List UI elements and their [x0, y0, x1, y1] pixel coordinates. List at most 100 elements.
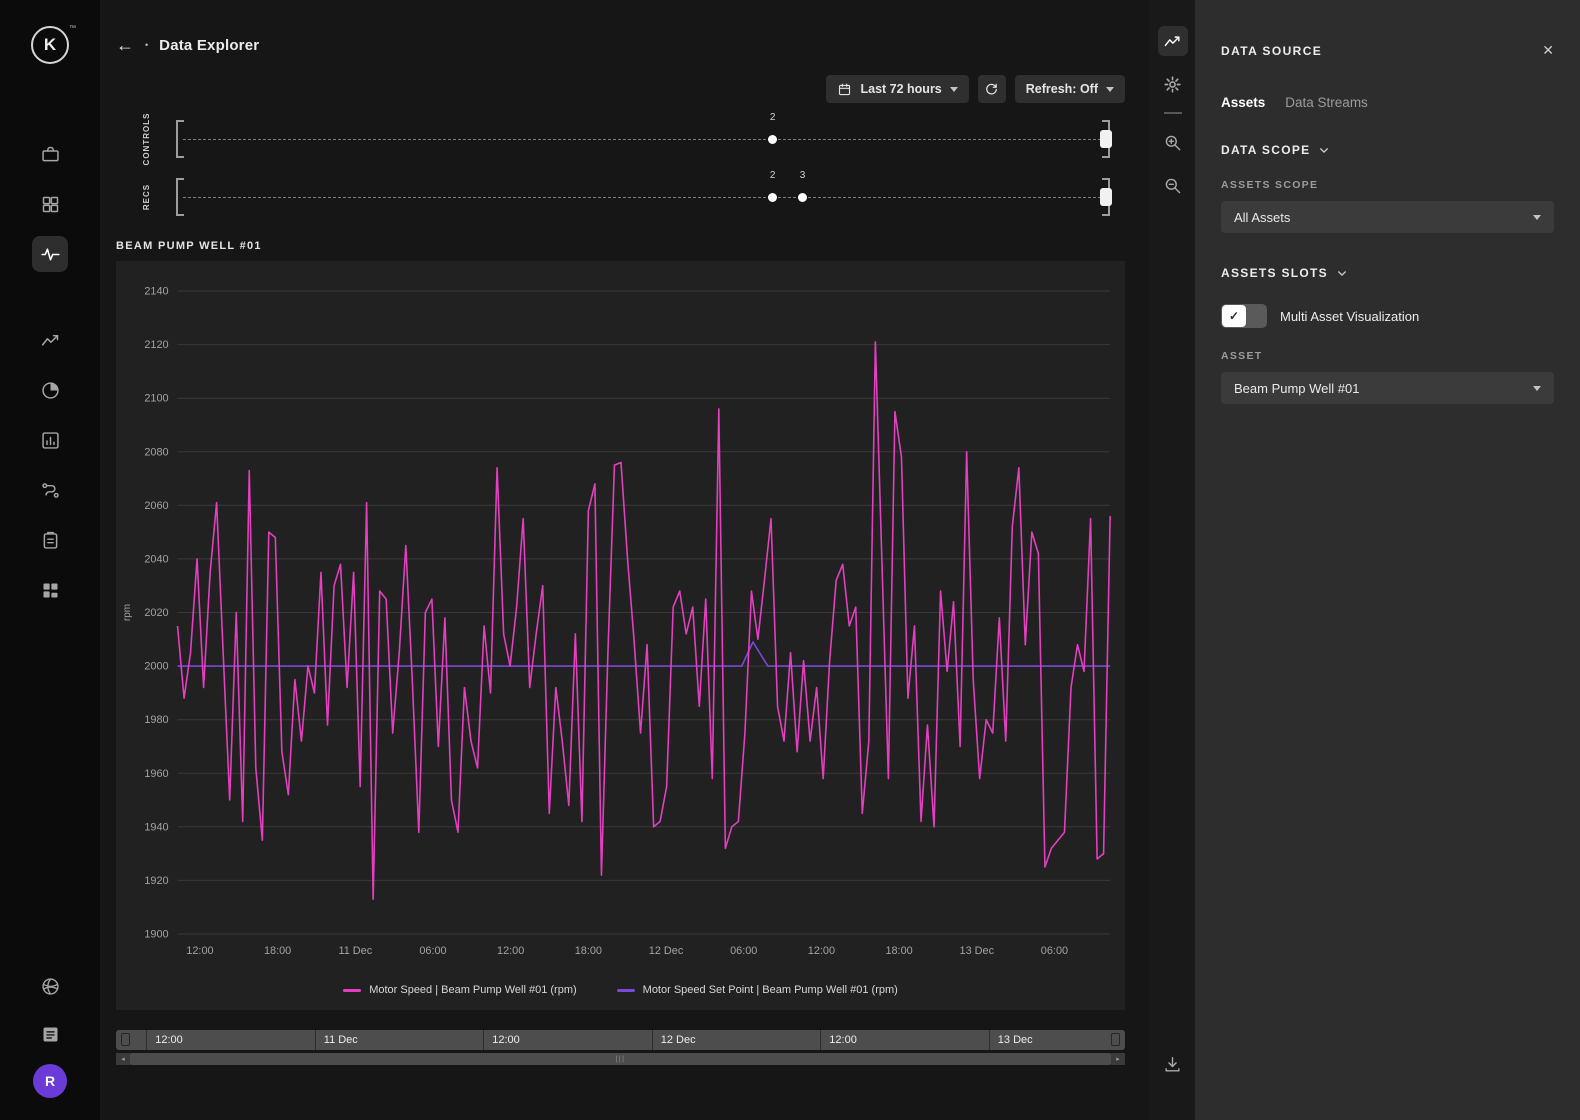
svg-text:1980: 1980	[144, 714, 168, 726]
user-avatar[interactable]: R	[33, 1064, 67, 1098]
time-range-label: Last 72 hours	[860, 82, 941, 96]
svg-text:18:00: 18:00	[575, 945, 602, 957]
title-bullet: •	[145, 40, 148, 50]
tab-assets[interactable]: Assets	[1221, 95, 1265, 110]
sidebar-item-flow[interactable]	[32, 472, 68, 508]
assets-slots-section-header[interactable]: ASSETS SLOTS	[1221, 266, 1554, 280]
sidebar-item-globe[interactable]	[32, 968, 68, 1004]
svg-text:1900: 1900	[144, 928, 168, 940]
svg-text:1920: 1920	[144, 875, 168, 887]
refresh-mode-button[interactable]: Refresh: Off	[1015, 75, 1125, 103]
sidebar-item-notes[interactable]	[32, 1016, 68, 1052]
time-range-button[interactable]: Last 72 hours	[826, 75, 968, 103]
annotation-tracks: CONTROLS 2 RECS 23	[116, 110, 1125, 226]
zoom-out-button[interactable]	[1158, 170, 1188, 200]
sidebar-item-widgets[interactable]	[32, 572, 68, 608]
legend-swatch	[617, 989, 635, 992]
svg-text:2100: 2100	[144, 393, 168, 405]
zoom-in-button[interactable]	[1158, 127, 1188, 157]
sidebar-item-dashboard[interactable]	[32, 186, 68, 222]
svg-text:12:00: 12:00	[497, 945, 524, 957]
multi-asset-toggle[interactable]: ✓	[1221, 304, 1267, 328]
sidebar-item-waveform[interactable]	[32, 236, 68, 272]
checklist-icon	[40, 530, 61, 551]
data-explorer-tool-button[interactable]	[1158, 26, 1188, 56]
controls-track[interactable]: 2	[176, 119, 1110, 159]
data-scope-header-label: DATA SCOPE	[1221, 143, 1310, 157]
svg-text:2140: 2140	[144, 285, 168, 297]
assets-slots-header-label: ASSETS SLOTS	[1221, 266, 1328, 280]
caret-down-icon	[1533, 215, 1541, 220]
sidebar-nav	[32, 136, 68, 608]
svg-text:2060: 2060	[144, 500, 168, 512]
time-controls: Last 72 hours Refresh: Off	[826, 75, 1125, 103]
legend-item-set-point[interactable]: Motor Speed Set Point | Beam Pump Well #…	[617, 984, 898, 996]
timeline-label: 12:00	[483, 1030, 520, 1050]
scrollbar-thumb[interactable]: |||	[130, 1053, 1111, 1065]
zoom-out-icon	[1163, 176, 1182, 195]
chevron-down-icon	[1337, 269, 1347, 278]
scroll-right-arrow[interactable]: ▸	[1111, 1053, 1125, 1065]
timeline-label: 12:00	[146, 1030, 183, 1050]
svg-text:rpm: rpm	[122, 604, 133, 621]
marker-count: 2	[770, 170, 776, 181]
asset-select[interactable]: Beam Pump Well #01	[1221, 372, 1554, 404]
svg-text:1960: 1960	[144, 768, 168, 780]
back-button[interactable]: ←	[116, 36, 134, 54]
data-source-panel: DATA SOURCE ✕ Assets Data Streams DATA S…	[1195, 0, 1580, 1120]
track-handle[interactable]	[1100, 130, 1112, 148]
svg-text:12:00: 12:00	[808, 945, 835, 957]
timeline-label: 13 Dec	[989, 1030, 1033, 1050]
sidebar-item-history[interactable]	[32, 372, 68, 408]
svg-text:06:00: 06:00	[1041, 945, 1068, 957]
svg-text:2120: 2120	[144, 339, 168, 351]
brush-handle-left[interactable]	[121, 1033, 130, 1046]
scrollbar-grip-icon: |||	[616, 1056, 626, 1063]
timeline-scrollbar[interactable]: ◂ ||| ▸	[116, 1053, 1125, 1065]
sidebar-item-machines[interactable]	[32, 136, 68, 172]
panel-title: DATA SOURCE	[1221, 44, 1322, 58]
history-icon	[40, 380, 61, 401]
track-handle[interactable]	[1100, 188, 1112, 206]
motor-speed-chart[interactable]: 1900192019401960198020002020204020602080…	[116, 265, 1125, 980]
settings-button[interactable]	[1158, 69, 1188, 99]
brush-handle-right[interactable]	[1111, 1033, 1120, 1046]
scroll-left-arrow[interactable]: ◂	[116, 1053, 130, 1065]
page-title: Data Explorer	[159, 37, 259, 54]
panel-tabs: Assets Data Streams	[1221, 95, 1554, 110]
asset-value: Beam Pump Well #01	[1234, 381, 1360, 396]
svg-text:18:00: 18:00	[264, 945, 291, 957]
svg-text:12:00: 12:00	[186, 945, 213, 957]
tab-data-streams[interactable]: Data Streams	[1285, 95, 1368, 110]
refresh-button[interactable]	[978, 75, 1006, 103]
caret-down-icon	[1533, 386, 1541, 391]
app-logo[interactable]: K ™	[31, 26, 69, 64]
refresh-mode-label: Refresh: Off	[1026, 82, 1098, 96]
timeline-brush[interactable]: 12:0011 Dec12:0012 Dec12:0013 Dec	[116, 1030, 1125, 1050]
close-button[interactable]: ✕	[1542, 42, 1554, 59]
download-icon	[1163, 1055, 1182, 1074]
svg-text:2080: 2080	[144, 446, 168, 458]
logo-letter: K	[44, 35, 56, 55]
legend-label: Motor Speed | Beam Pump Well #01 (rpm)	[369, 984, 576, 996]
sidebar-item-bar-chart[interactable]	[32, 422, 68, 458]
panel-header: DATA SOURCE ✕	[1221, 0, 1554, 59]
svg-text:2000: 2000	[144, 661, 168, 673]
svg-text:06:00: 06:00	[419, 945, 446, 957]
legend-item-motor-speed[interactable]: Motor Speed | Beam Pump Well #01 (rpm)	[343, 984, 576, 996]
dashboard-icon	[40, 194, 61, 215]
asset-label: ASSET	[1221, 350, 1554, 362]
svg-text:2040: 2040	[144, 553, 168, 565]
svg-text:06:00: 06:00	[730, 945, 757, 957]
timeline-label: 12:00	[820, 1030, 857, 1050]
chart-section: BEAM PUMP WELL #01 190019201940196019802…	[116, 240, 1125, 1010]
assets-scope-select[interactable]: All Assets	[1221, 201, 1554, 233]
svg-text:13 Dec: 13 Dec	[960, 945, 995, 957]
recs-track[interactable]: 23	[176, 177, 1110, 217]
globe-icon	[40, 976, 61, 997]
sidebar-item-checklist[interactable]	[32, 522, 68, 558]
svg-text:11 Dec: 11 Dec	[338, 945, 372, 957]
download-button[interactable]	[1158, 1049, 1188, 1079]
data-scope-section-header[interactable]: DATA SCOPE	[1221, 143, 1554, 157]
sidebar-item-trend[interactable]	[32, 322, 68, 358]
